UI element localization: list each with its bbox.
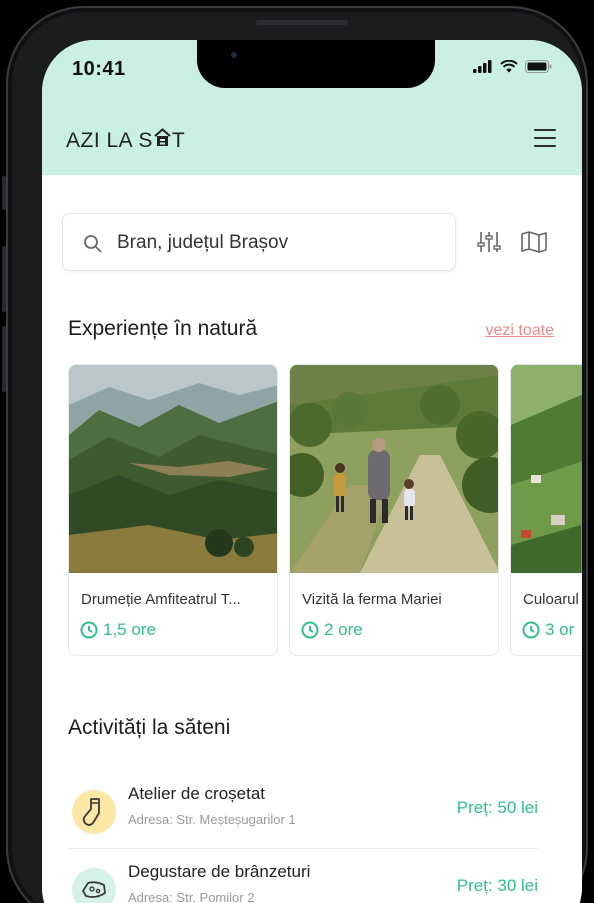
activity-price: Preț: 30 lei <box>456 876 538 895</box>
activity-address: Adresa: Str. Pomilor 2 <box>128 890 255 903</box>
sock-icon <box>72 790 116 834</box>
cheese-icon <box>72 868 116 903</box>
divider <box>68 848 538 849</box>
see-all-link[interactable]: vezi toate <box>486 322 554 340</box>
battery-icon <box>525 60 552 73</box>
logo-text-right: T <box>171 128 186 152</box>
activity-item[interactable]: Atelier de croșetat Adresa: Str. Meșteșu… <box>68 784 538 850</box>
card-title: Vizită la ferma Mariei <box>302 591 442 608</box>
card-duration-value: 3 or <box>545 620 575 639</box>
clock-icon <box>522 621 540 639</box>
card-duration-value: 2 ore <box>324 620 363 639</box>
app-logo[interactable]: AZI LA S T <box>66 128 185 153</box>
earpiece-speaker <box>256 20 348 25</box>
card-duration: 3 or <box>521 620 574 640</box>
card-photo-valley <box>69 365 277 573</box>
activities-section-title: Activități la săteni <box>68 716 231 739</box>
card-duration: 2 ore <box>300 620 363 640</box>
notch <box>197 40 435 88</box>
clock-icon <box>80 621 98 639</box>
phone-frame: 10:41 AZI LA S T Bran, județul Brașov Ex… <box>2 6 588 903</box>
status-icons <box>473 60 552 73</box>
map-icon[interactable] <box>520 230 548 254</box>
activity-price: Preț: 50 lei <box>456 798 538 817</box>
activity-item[interactable]: Degustare de brânzeturi Adresa: Str. Pom… <box>68 862 538 903</box>
volume-up-button <box>2 246 6 312</box>
nature-card[interactable]: Drumeție Amfiteatrul T... 1,5 ore <box>68 364 278 656</box>
search-icon <box>84 235 102 253</box>
card-photo-hills <box>511 365 582 573</box>
signal-icon <box>473 60 492 73</box>
activity-address: Adresa: Str. Meșteșugarilor 1 <box>128 812 296 827</box>
activity-name: Degustare de brânzeturi <box>128 862 311 881</box>
card-title: Drumeție Amfiteatrul T... <box>81 591 241 608</box>
app-screen: 10:41 AZI LA S T Bran, județul Brașov Ex… <box>42 40 582 903</box>
search-value: Bran, județul Brașov <box>117 232 289 253</box>
card-duration: 1,5 ore <box>79 620 156 640</box>
nature-section-title: Experiențe în natură <box>68 317 258 340</box>
search-input[interactable]: Bran, județul Brașov <box>62 213 456 271</box>
hamburger-menu-icon[interactable] <box>534 129 556 148</box>
mute-switch <box>2 176 6 210</box>
logo-text-left: AZI LA S <box>66 128 153 152</box>
activity-name: Atelier de croșetat <box>128 784 266 803</box>
card-duration-value: 1,5 ore <box>103 620 156 639</box>
card-title: Culoarul <box>523 591 579 608</box>
nature-card[interactable]: Vizită la ferma Mariei 2 ore <box>289 364 499 656</box>
camera-dot <box>231 52 237 58</box>
house-icon <box>154 128 171 153</box>
card-photo-orchard <box>290 365 498 573</box>
nature-card[interactable]: Culoarul 3 or <box>510 364 582 656</box>
clock-icon <box>301 621 319 639</box>
volume-down-button <box>2 326 6 392</box>
filter-icon[interactable] <box>476 229 502 255</box>
status-time: 10:41 <box>72 58 126 80</box>
wifi-icon <box>500 60 518 73</box>
